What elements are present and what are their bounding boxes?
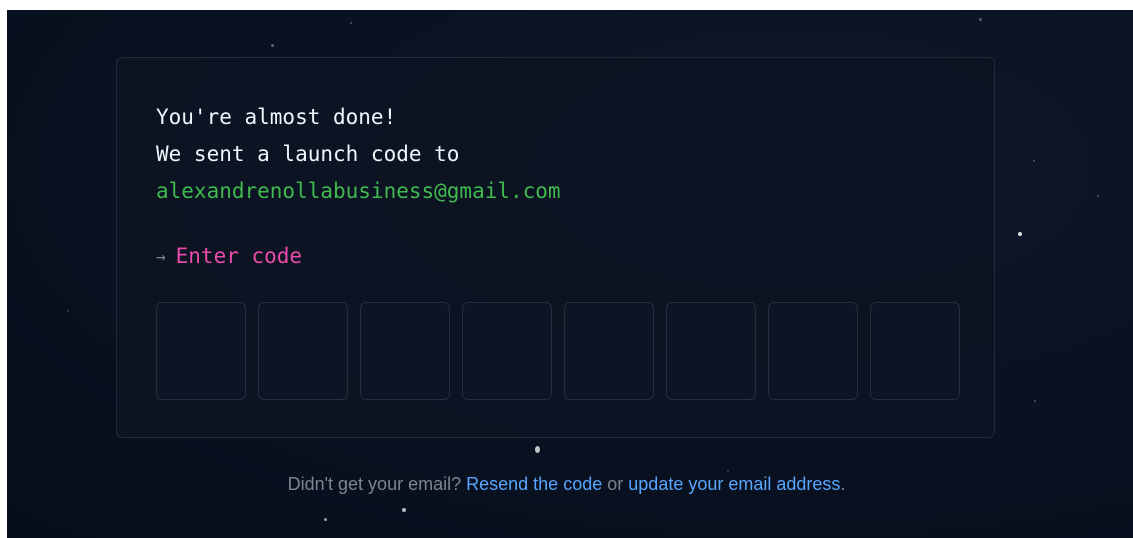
code-digit-8[interactable]	[870, 302, 960, 400]
arrow-right-icon: →	[156, 247, 166, 266]
verification-card: You're almost done! We sent a launch cod…	[116, 57, 995, 438]
star	[67, 310, 69, 312]
sent-code-message: We sent a launch code to	[156, 142, 460, 166]
star	[1018, 232, 1022, 236]
code-digit-1[interactable]	[156, 302, 246, 400]
email-address: alexandrenollabusiness@gmail.com	[156, 179, 561, 203]
footer-middle: or	[607, 474, 624, 494]
code-digit-7[interactable]	[768, 302, 858, 400]
star	[350, 22, 352, 24]
enter-code-label: Enter code	[175, 244, 303, 268]
code-digit-6[interactable]	[666, 302, 756, 400]
code-input-group	[156, 302, 960, 400]
code-digit-2[interactable]	[258, 302, 348, 400]
star	[402, 508, 406, 512]
code-digit-4[interactable]	[462, 302, 552, 400]
star	[324, 518, 327, 521]
star	[1097, 195, 1099, 197]
star	[271, 44, 274, 47]
footer-suffix: .	[840, 474, 846, 494]
almost-done-heading: You're almost done!	[156, 105, 397, 129]
update-email-link[interactable]: update your email address	[628, 474, 840, 494]
star	[979, 18, 982, 21]
enter-code-prompt: → Enter code	[156, 238, 302, 275]
launch-background: You're almost done! We sent a launch cod…	[7, 10, 1133, 538]
star	[535, 446, 540, 453]
footer-prefix: Didn't get your email?	[287, 474, 462, 494]
code-digit-3[interactable]	[360, 302, 450, 400]
resend-code-link[interactable]: Resend the code	[466, 474, 602, 494]
star	[1034, 400, 1036, 402]
resend-footer: Didn't get your email? Resend the code o…	[0, 472, 1133, 496]
code-digit-5[interactable]	[564, 302, 654, 400]
star	[1033, 160, 1035, 162]
